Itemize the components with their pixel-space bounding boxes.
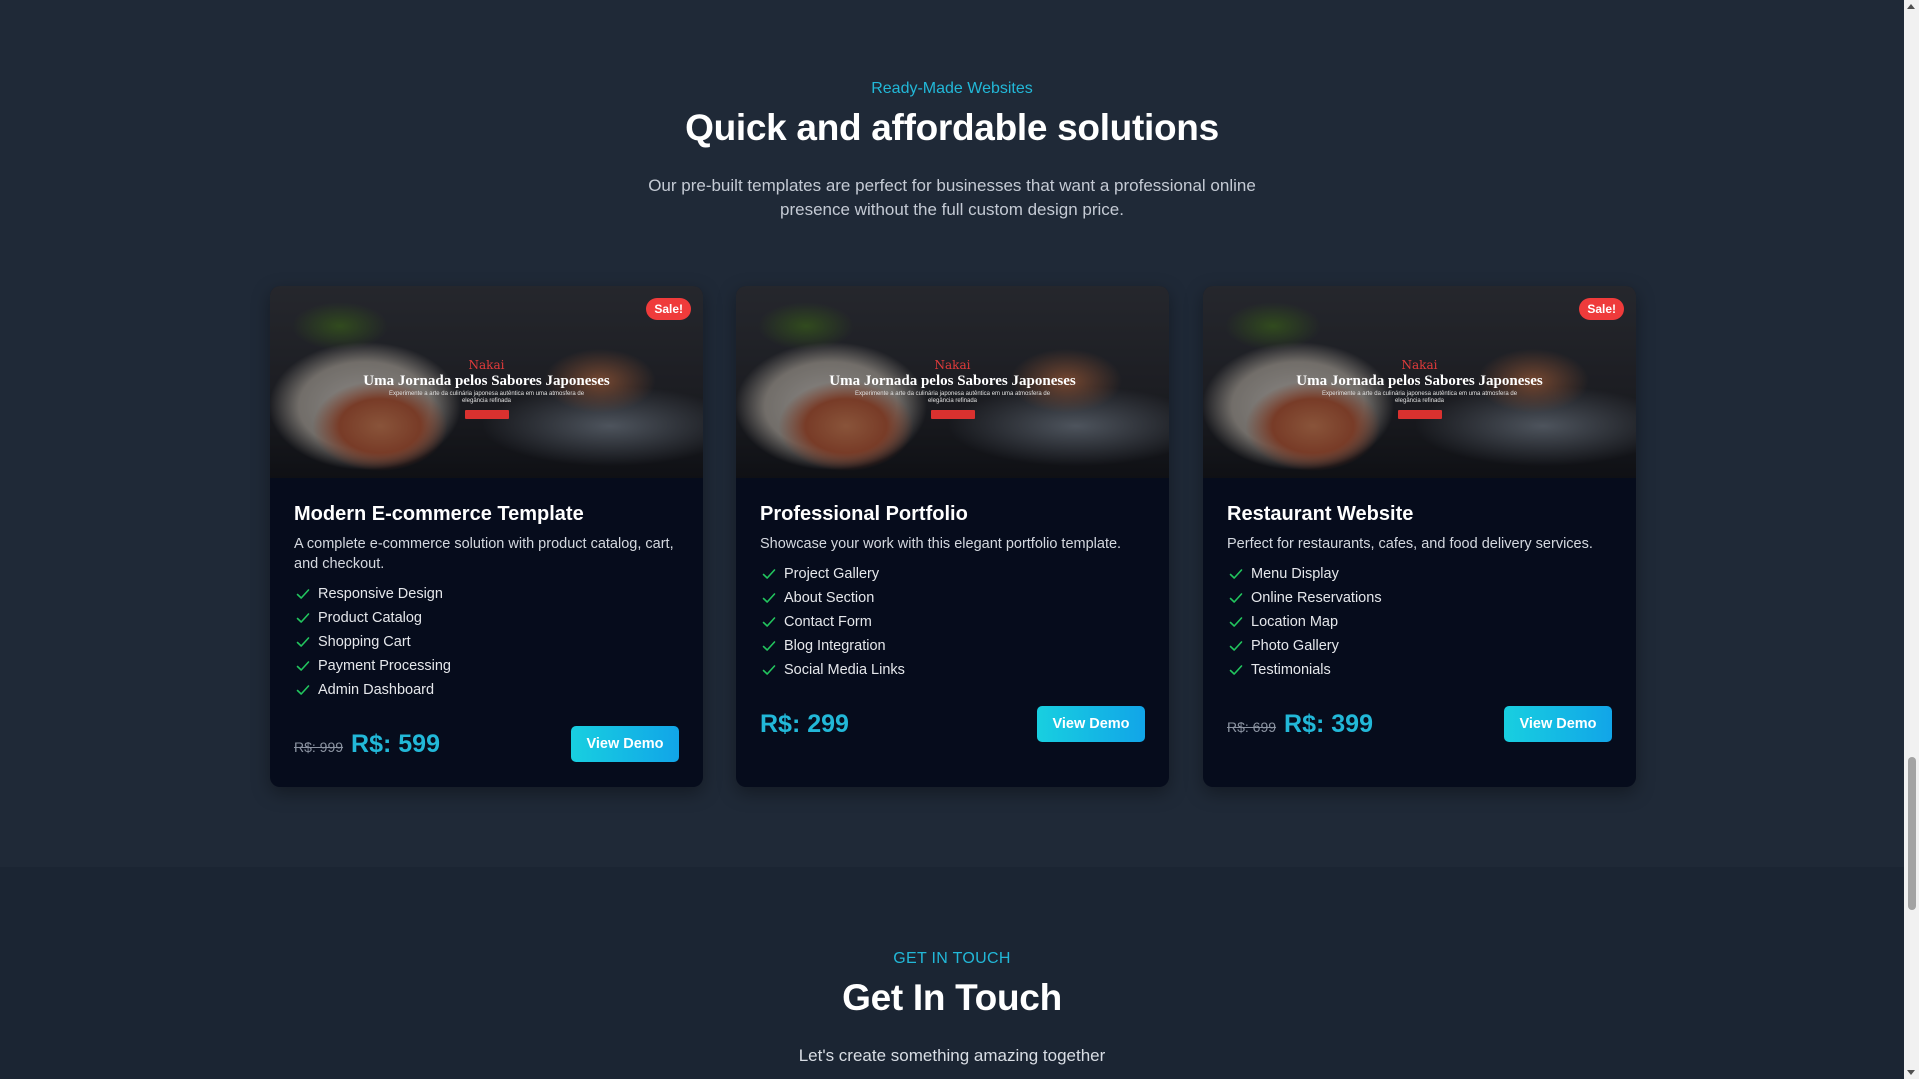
feature-list: Responsive Design Product Catalog Shoppi… xyxy=(294,582,684,702)
feature-label: Responsive Design xyxy=(318,586,443,602)
contact-lede: Let's create something amazing together xyxy=(798,1046,1106,1065)
feature-item: Shopping Cart xyxy=(294,630,684,654)
feature-label: Online Reservations xyxy=(1251,590,1382,606)
page: Ready-Made Websites Quick and affordable… xyxy=(0,0,1919,1079)
section-eyebrow: Ready-Made Websites xyxy=(871,80,1033,97)
check-icon xyxy=(294,681,312,699)
feature-label: Location Map xyxy=(1251,614,1339,630)
view-demo-button[interactable]: View Demo xyxy=(1037,706,1145,742)
check-icon xyxy=(294,657,312,675)
view-demo-button[interactable]: View Demo xyxy=(1504,706,1612,742)
scrollbar-thumb[interactable] xyxy=(1908,757,1916,910)
template-card-restaurant: Nakai Uma Jornada pelos Sabores Japonese… xyxy=(1203,286,1636,787)
feature-label: Social Media Links xyxy=(784,662,905,678)
feature-item: Online Reservations xyxy=(1227,586,1617,610)
check-icon xyxy=(760,637,778,655)
card-title: Professional Portfolio xyxy=(760,503,968,525)
thumbnail-brand: Nakai xyxy=(1401,358,1438,372)
check-icon xyxy=(294,609,312,627)
feature-item: Location Map xyxy=(1227,610,1617,634)
feature-label: About Section xyxy=(784,590,875,606)
feature-list: Menu Display Online Reservations Locatio… xyxy=(1227,562,1617,682)
current-price: R$: 599 xyxy=(351,729,440,758)
template-card-portfolio: Nakai Uma Jornada pelos Sabores Japonese… xyxy=(736,286,1169,787)
feature-item: Admin Dashboard xyxy=(294,678,684,702)
thumbnail-subtitle: Experimente a arte da culinária japonesa… xyxy=(388,391,585,404)
contact-section: GET IN TOUCH Get In Touch Let's create s… xyxy=(0,867,1904,1079)
feature-label: Admin Dashboard xyxy=(318,682,435,698)
card-title: Modern E-commerce Template xyxy=(294,503,584,525)
check-icon xyxy=(1227,589,1245,607)
current-price: R$: 399 xyxy=(1284,709,1373,738)
contact-headline: Get In Touch xyxy=(842,977,1062,1018)
arrow-down-icon[interactable] xyxy=(1907,1070,1915,1075)
check-icon xyxy=(1227,637,1245,655)
check-icon xyxy=(760,613,778,631)
sale-badge: Sale! xyxy=(646,298,691,320)
thumbnail-title: Uma Jornada pelos Sabores Japoneses xyxy=(829,373,1076,389)
section-lede: Our pre-built templates are perfect for … xyxy=(648,176,1256,219)
card-title: Restaurant Website xyxy=(1227,503,1414,525)
feature-label: Testimonials xyxy=(1251,662,1331,678)
template-card-ecommerce: Nakai Uma Jornada pelos Sabores Japonese… xyxy=(270,286,703,787)
feature-item: Product Catalog xyxy=(294,606,684,630)
check-icon xyxy=(294,633,312,651)
feature-item: Contact Form xyxy=(760,610,1150,634)
feature-item: Blog Integration xyxy=(760,634,1150,658)
thumbnail-title: Uma Jornada pelos Sabores Japoneses xyxy=(1296,373,1543,389)
thumbnail-brand: Nakai xyxy=(934,358,971,372)
template-thumbnail: Nakai Uma Jornada pelos Sabores Japonese… xyxy=(270,286,703,478)
view-demo-button[interactable]: View Demo xyxy=(571,726,679,762)
sale-badge: Sale! xyxy=(1579,298,1624,320)
current-price: R$: 299 xyxy=(760,709,849,738)
check-icon xyxy=(760,565,778,583)
check-icon xyxy=(1227,565,1245,583)
feature-item: Photo Gallery xyxy=(1227,634,1617,658)
check-icon xyxy=(1227,613,1245,631)
card-description: Showcase your work with this elegant por… xyxy=(760,536,1122,552)
thumbnail-subtitle: Experimente a arte da culinária japonesa… xyxy=(1321,391,1518,404)
old-price: R$: 999 xyxy=(294,738,344,755)
check-icon xyxy=(760,589,778,607)
arrow-up-icon[interactable] xyxy=(1907,4,1915,9)
check-icon xyxy=(1227,661,1245,679)
contact-eyebrow: GET IN TOUCH xyxy=(893,950,1011,967)
feature-label: Blog Integration xyxy=(784,638,886,654)
feature-item: Testimonials xyxy=(1227,658,1617,682)
check-icon xyxy=(760,661,778,679)
thumbnail-subtitle: Experimente a arte da culinária japonesa… xyxy=(854,391,1051,404)
feature-label: Project Gallery xyxy=(784,566,880,582)
feature-item: Responsive Design xyxy=(294,582,684,606)
card-description: Perfect for restaurants, cafes, and food… xyxy=(1227,536,1593,552)
old-price: R$: 699 xyxy=(1227,718,1277,735)
section-headline: Quick and affordable solutions xyxy=(685,107,1219,148)
thumbnail-cta xyxy=(1397,410,1442,419)
feature-item: About Section xyxy=(760,586,1150,610)
price-row: R$: 699 R$: 399 View Demo xyxy=(1227,706,1612,742)
feature-item: Social Media Links xyxy=(760,658,1150,682)
feature-label: Photo Gallery xyxy=(1251,638,1339,654)
card-description: A complete e-commerce solution with prod… xyxy=(294,536,674,572)
price-row: R$: 299 View Demo xyxy=(760,706,1145,742)
check-icon xyxy=(294,585,312,603)
thumbnail-cta xyxy=(464,410,509,419)
feature-label: Payment Processing xyxy=(318,658,451,674)
thumbnail-cta xyxy=(930,410,975,419)
feature-item: Menu Display xyxy=(1227,562,1617,586)
templates-section: Ready-Made Websites Quick and affordable… xyxy=(0,0,1904,867)
feature-label: Shopping Cart xyxy=(318,634,411,650)
feature-list: Project Gallery About Section Contact Fo… xyxy=(760,562,1150,682)
page-scrollbar[interactable] xyxy=(1904,0,1919,1079)
thumbnail-title: Uma Jornada pelos Sabores Japoneses xyxy=(363,373,610,389)
template-thumbnail: Nakai Uma Jornada pelos Sabores Japonese… xyxy=(736,286,1169,478)
template-thumbnail: Nakai Uma Jornada pelos Sabores Japonese… xyxy=(1203,286,1636,478)
price-row: R$: 999 R$: 599 View Demo xyxy=(294,726,679,762)
feature-label: Contact Form xyxy=(784,614,872,630)
feature-item: Project Gallery xyxy=(760,562,1150,586)
feature-item: Payment Processing xyxy=(294,654,684,678)
feature-label: Menu Display xyxy=(1251,566,1339,582)
thumbnail-brand: Nakai xyxy=(468,358,505,372)
feature-label: Product Catalog xyxy=(318,610,422,626)
